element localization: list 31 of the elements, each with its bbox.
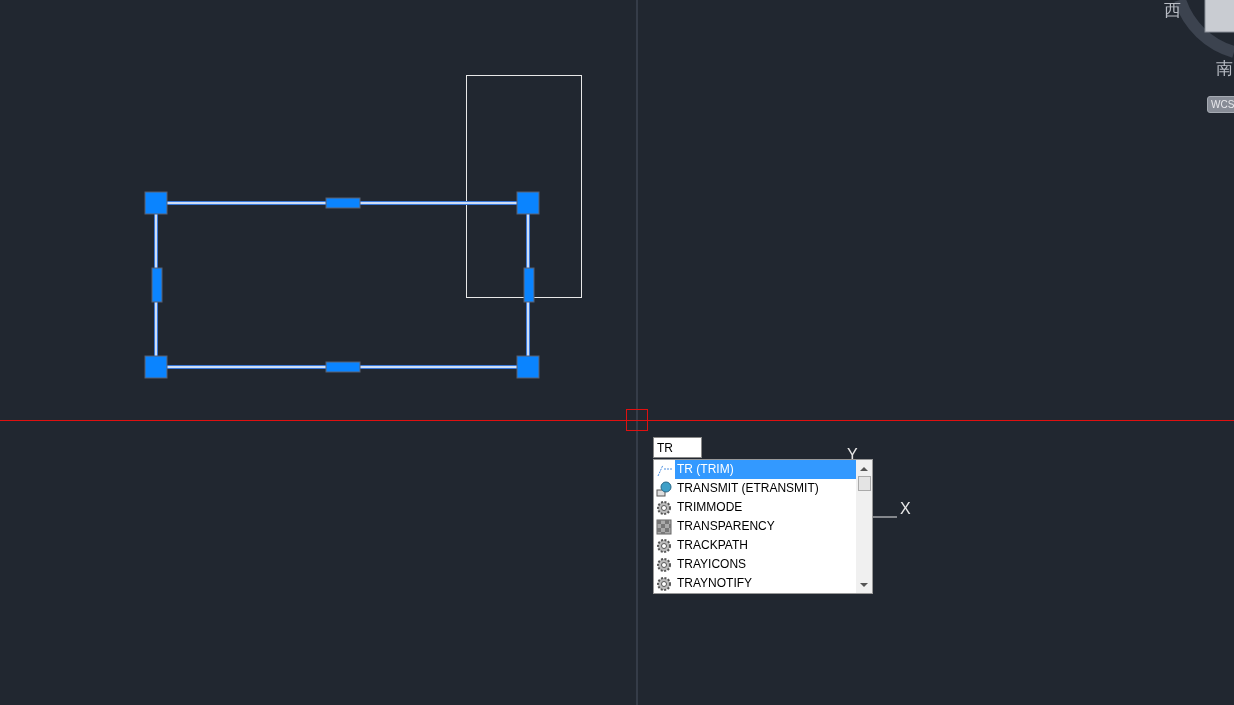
scrollbar-thumb[interactable] bbox=[857, 476, 871, 491]
autocomplete-item[interactable]: TRIMMODE bbox=[654, 498, 856, 517]
corner-grip[interactable] bbox=[516, 191, 540, 215]
scroll-down-icon[interactable] bbox=[860, 583, 868, 587]
midpoint-grip[interactable] bbox=[325, 361, 361, 373]
gear-icon bbox=[656, 499, 672, 516]
scrollbar[interactable] bbox=[856, 460, 872, 593]
midpoint-grip[interactable] bbox=[151, 267, 163, 303]
midpoint-grip[interactable] bbox=[523, 267, 535, 303]
autocomplete-item[interactable]: TRACKPATH bbox=[654, 536, 856, 555]
compass-label[interactable]: 西 bbox=[1164, 0, 1181, 20]
command-input-field[interactable]: TR bbox=[653, 437, 702, 458]
scroll-up-icon[interactable] bbox=[860, 467, 868, 471]
compass-label[interactable]: 南 bbox=[1216, 58, 1233, 78]
axis-label: X bbox=[900, 501, 911, 517]
axis-label: Y bbox=[847, 447, 858, 463]
corner-grip[interactable] bbox=[144, 355, 168, 379]
midpoint-grip[interactable] bbox=[325, 197, 361, 209]
axis-line bbox=[872, 516, 898, 518]
viewcube-face[interactable] bbox=[1204, 0, 1234, 33]
autocomplete-item[interactable]: TRANSPARENCY bbox=[654, 517, 856, 536]
gear-icon bbox=[656, 556, 672, 573]
globe-icon bbox=[656, 480, 672, 497]
corner-grip[interactable] bbox=[516, 355, 540, 379]
corner-grip[interactable] bbox=[144, 191, 168, 215]
gear-icon bbox=[656, 537, 672, 554]
transparency-icon bbox=[656, 518, 672, 535]
pickbox bbox=[626, 409, 648, 431]
autocomplete-item[interactable]: TRAYNOTIFY bbox=[654, 574, 856, 593]
autocomplete-item[interactable]: TRANSMIT (ETRANSMIT) bbox=[654, 479, 856, 498]
autocomplete-item[interactable]: TRAYICONS bbox=[654, 555, 856, 574]
